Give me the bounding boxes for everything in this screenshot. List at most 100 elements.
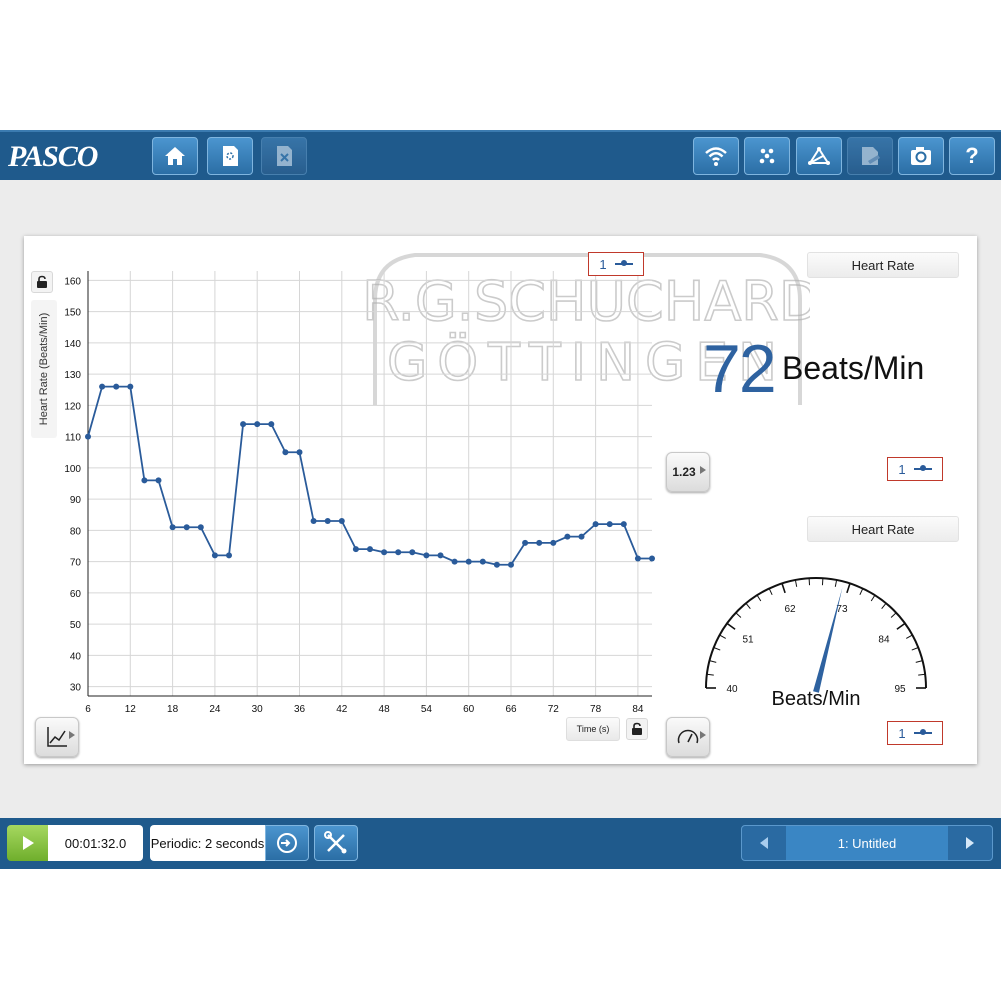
- help-icon: ?: [965, 143, 979, 168]
- wireless-sensors-button[interactable]: [693, 137, 739, 175]
- gauge-icon: [677, 729, 699, 744]
- digits-value: 72: [703, 331, 777, 407]
- home-icon: [165, 147, 185, 165]
- recording-conditions-icon: [277, 833, 297, 853]
- play-icon: [22, 836, 34, 850]
- graph-legend-run: 1: [599, 256, 607, 272]
- y-axis-label-button[interactable]: Heart Rate (Beats/Min): [31, 300, 57, 438]
- y-scale-lock-button[interactable]: [31, 271, 53, 293]
- data-point: [352, 546, 359, 553]
- expand-arrow-icon: [69, 731, 75, 739]
- page-title[interactable]: 1: Untitled: [786, 826, 948, 860]
- close-experiment-icon: [277, 146, 292, 166]
- new-experiment-button[interactable]: [207, 137, 253, 175]
- y-axis-label: Heart Rate (Beats/Min): [38, 312, 50, 426]
- meter-tick: [709, 660, 717, 663]
- x-tick-label: 78: [590, 704, 602, 715]
- data-point: [423, 552, 430, 559]
- meter-tick-label: 84: [878, 635, 890, 646]
- new-experiment-icon: [223, 146, 238, 166]
- sampling-mode[interactable]: Periodic: 2 seconds: [150, 825, 265, 861]
- y-tick-label: 60: [70, 589, 82, 600]
- y-tick-label: 120: [64, 401, 81, 412]
- y-tick-label: 90: [70, 495, 82, 506]
- calculator-button[interactable]: [796, 137, 842, 175]
- x-scale-lock-button[interactable]: [626, 718, 648, 740]
- y-tick-label: 70: [70, 558, 82, 569]
- data-point: [338, 518, 345, 524]
- heart-rate-graph[interactable]: 30 40 50 60 70 80 90 100 110 120 130 140 150 160 6 12 18…: [60, 268, 660, 718]
- series-line-icon: [913, 729, 932, 735]
- meter-title: Heart Rate: [851, 521, 915, 537]
- data-point: [169, 524, 176, 531]
- data-point: [324, 518, 331, 524]
- meter-tick: [756, 594, 762, 602]
- data-point: [211, 552, 218, 559]
- help-button[interactable]: ?: [949, 137, 995, 175]
- data-point: [254, 421, 261, 428]
- controls-bar: 00:01:32.0 Periodic: 2 seconds 1: Untitl…: [0, 818, 1001, 869]
- home-button[interactable]: [152, 137, 198, 175]
- meter-tick: [706, 673, 714, 676]
- page-navigator: 1: Untitled: [741, 825, 993, 861]
- graph-tools-button[interactable]: [35, 717, 79, 757]
- digits-title: Heart Rate: [851, 257, 915, 273]
- data-summary-button[interactable]: [744, 137, 790, 175]
- meter-tick: [906, 634, 913, 639]
- meter-tick: [890, 612, 897, 618]
- meter-tick: [918, 673, 926, 676]
- digits-unit: Beats/Min: [782, 350, 925, 386]
- meter-needle: [813, 587, 843, 693]
- x-axis-label: Time (s): [576, 724, 610, 734]
- calculator-icon: [808, 147, 830, 165]
- digits-legend-run: 1: [898, 461, 906, 477]
- expand-arrow-icon: [700, 466, 706, 474]
- data-point: [240, 421, 247, 428]
- data-point: [99, 383, 106, 390]
- close-experiment-button[interactable]: [261, 137, 307, 175]
- data-point: [85, 433, 91, 440]
- meter-legend[interactable]: 1: [887, 721, 943, 745]
- x-tick-label: 30: [252, 704, 264, 715]
- recording-conditions-button[interactable]: [265, 825, 309, 861]
- chevron-right-icon: [966, 837, 974, 849]
- meter-tick: [870, 594, 876, 602]
- next-page-button[interactable]: [948, 826, 992, 860]
- digits-measurement-button[interactable]: Heart Rate: [807, 252, 959, 278]
- previous-page-button[interactable]: [742, 826, 786, 860]
- x-axis-label-button[interactable]: Time (s): [566, 717, 620, 741]
- meter-tick: [768, 588, 773, 596]
- data-point: [437, 552, 444, 559]
- x-tick-label: 18: [167, 704, 179, 715]
- data-point: [451, 558, 458, 565]
- meter-measurement-button[interactable]: Heart Rate: [807, 516, 959, 542]
- meter-tick: [834, 579, 838, 587]
- meter-tick-label: 95: [894, 684, 906, 695]
- meter-tick-label: 51: [742, 635, 754, 646]
- meter-tick-label: 62: [784, 604, 796, 615]
- chevron-left-icon: [760, 837, 768, 849]
- y-tick-label: 30: [70, 683, 82, 694]
- heart-rate-meter: 405162 738495Beats/Min: [705, 577, 927, 710]
- data-point: [268, 421, 275, 428]
- meter-tick: [726, 622, 736, 630]
- snapshot-icon: [911, 147, 931, 165]
- meter-tools-button[interactable]: [666, 717, 710, 757]
- hardware-setup-button[interactable]: [314, 825, 358, 861]
- digits-legend[interactable]: 1: [887, 457, 943, 481]
- x-tick-label: 60: [463, 704, 475, 715]
- graph-legend[interactable]: 1: [588, 252, 644, 276]
- data-point: [465, 558, 472, 565]
- x-tick-label: 6: [85, 704, 91, 715]
- journal-icon: [862, 147, 880, 165]
- snapshot-button[interactable]: [898, 137, 944, 175]
- digits-tools-button[interactable]: 1.23: [666, 452, 710, 492]
- x-tick-label: 84: [632, 704, 644, 715]
- data-point: [367, 546, 373, 553]
- data-point: [620, 521, 627, 528]
- start-recording-button[interactable]: [7, 825, 48, 861]
- x-tick-label: 24: [209, 704, 221, 715]
- data-point: [296, 449, 303, 456]
- data-summary-icon: [759, 148, 775, 164]
- journal-button[interactable]: [847, 137, 893, 175]
